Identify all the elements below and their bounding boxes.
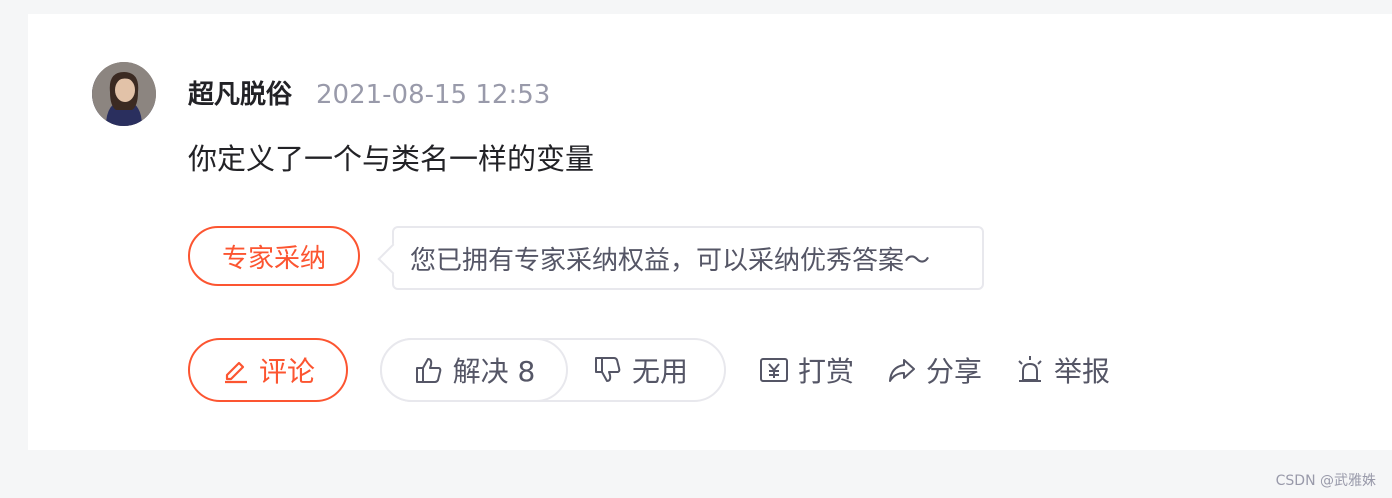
useless-button[interactable]: 无用 <box>592 340 688 400</box>
useless-label: 无用 <box>632 355 689 388</box>
share-icon <box>886 354 918 386</box>
alarm-icon <box>1014 354 1046 386</box>
avatar[interactable] <box>92 62 156 126</box>
share-label: 分享 <box>926 355 983 388</box>
watermark: CSDN @武雅姝 <box>1275 473 1376 489</box>
comment-author[interactable]: 超凡脱俗 <box>188 78 292 112</box>
thumbs-down-icon <box>592 354 624 386</box>
comment-content: 你定义了一个与类名一样的变量 <box>188 142 595 176</box>
thumbs-up-icon <box>413 354 445 386</box>
report-button[interactable]: 举报 <box>1014 350 1110 390</box>
expert-adopt-button[interactable]: 专家采纳 <box>188 226 360 286</box>
reward-label: 打赏 <box>798 355 855 388</box>
comment-button[interactable]: 评论 <box>188 338 348 402</box>
comment-time: 2021-08-15 12:53 <box>316 80 551 110</box>
reward-button[interactable]: 打赏 <box>758 350 854 390</box>
yen-icon <box>758 354 790 386</box>
report-label: 举报 <box>1054 355 1111 388</box>
pencil-icon <box>221 355 251 385</box>
expert-adopt-label: 专家采纳 <box>221 243 326 274</box>
vote-group: 解决 8 无用 <box>380 338 726 402</box>
comment-card: 超凡脱俗 2021-08-15 12:53 你定义了一个与类名一样的变量 专家采… <box>28 14 1392 450</box>
tooltip-arrow <box>377 243 409 275</box>
expert-tooltip: 您已拥有专家采纳权益，可以采纳优秀答案～ <box>377 226 984 290</box>
expert-tooltip-text: 您已拥有专家采纳权益，可以采纳优秀答案～ <box>410 245 931 276</box>
solve-button[interactable]: 解决 8 <box>380 338 568 402</box>
solve-label: 解决 8 <box>452 355 536 388</box>
comment-button-label: 评论 <box>258 355 315 388</box>
share-button[interactable]: 分享 <box>886 350 982 390</box>
